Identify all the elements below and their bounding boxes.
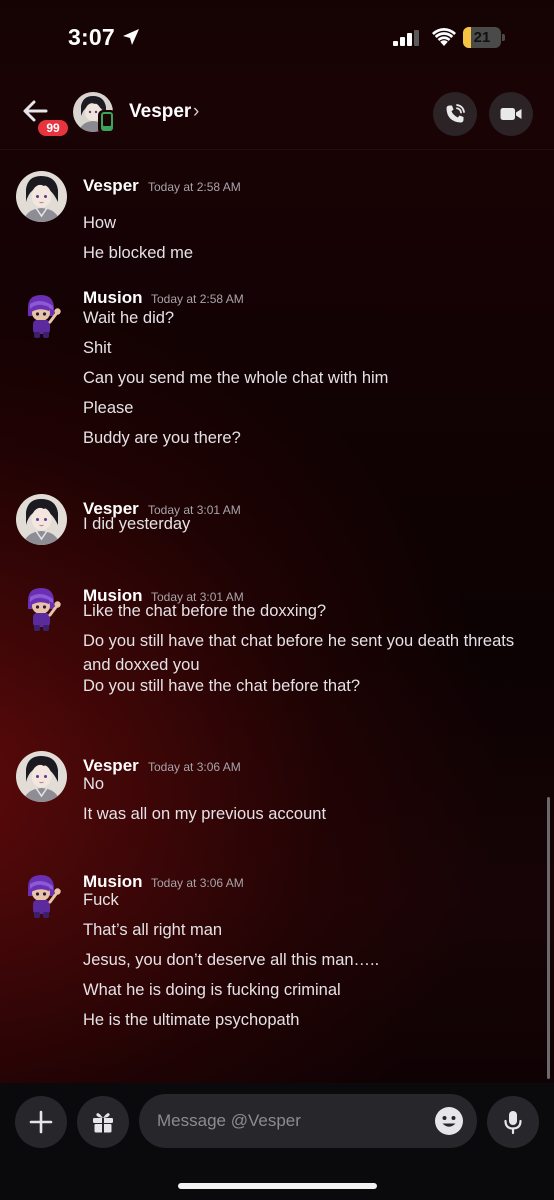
message-text[interactable]: Can you send me the whole chat with him <box>83 366 543 390</box>
message-timestamp: Today at 2:58 AM <box>148 180 241 194</box>
dm-screen: 3:07 21 99 Vesper › Vesper Today at 2:58… <box>0 0 554 1200</box>
message-text[interactable]: Like the chat before the doxxing? <box>83 599 543 623</box>
message-text[interactable]: Jesus, you don’t deserve all this man….. <box>83 948 543 972</box>
unread-badge: 99 <box>35 117 71 139</box>
message-text[interactable]: Buddy are you there? <box>83 426 543 450</box>
message-text[interactable]: He is the ultimate psychopath <box>83 1008 543 1032</box>
gift-button[interactable] <box>77 1096 129 1148</box>
message-text[interactable]: What he is doing is fucking criminal <box>83 978 543 1002</box>
microphone-icon <box>504 1111 522 1135</box>
scrollbar[interactable] <box>547 797 550 1079</box>
message-text[interactable]: No <box>83 772 543 796</box>
status-time: 3:07 <box>68 24 115 50</box>
message-text[interactable]: He blocked me <box>83 241 543 265</box>
gift-icon <box>93 1113 113 1133</box>
wifi-icon <box>432 28 456 46</box>
avatar[interactable] <box>16 288 67 339</box>
battery-percent: 21 <box>473 29 491 46</box>
attach-button[interactable] <box>15 1096 67 1148</box>
message-text[interactable]: How <box>83 211 543 235</box>
message-text[interactable]: I did yesterday <box>83 512 543 536</box>
emoji-icon[interactable] <box>434 1106 464 1136</box>
voice-message-button[interactable] <box>487 1096 539 1148</box>
location-arrow-icon <box>123 29 139 45</box>
message-author[interactable]: Musion <box>83 288 143 308</box>
avatar[interactable] <box>16 751 67 802</box>
plus-icon <box>29 1110 53 1134</box>
message-text[interactable]: It was all on my previous account <box>83 802 543 826</box>
voice-call-button[interactable] <box>433 92 477 136</box>
status-bar: 3:07 21 <box>0 0 554 80</box>
message-text[interactable]: That’s all right man <box>83 918 543 942</box>
home-indicator[interactable] <box>178 1183 377 1189</box>
message-timestamp: Today at 2:58 AM <box>151 292 244 306</box>
avatar[interactable] <box>16 581 67 632</box>
message-input[interactable] <box>139 1094 477 1148</box>
video-camera-icon <box>500 108 522 120</box>
message-text[interactable]: Do you still have that chat before he se… <box>83 629 543 677</box>
message-text[interactable]: Please <box>83 396 543 420</box>
message-text[interactable]: Wait he did? <box>83 306 543 330</box>
avatar[interactable] <box>16 494 67 545</box>
message-text[interactable]: Fuck <box>83 888 543 912</box>
mobile-online-icon <box>98 110 116 134</box>
message-text[interactable]: Shit <box>83 336 543 360</box>
phone-icon <box>446 104 465 123</box>
battery-icon: 21 <box>463 27 505 48</box>
message-author[interactable]: Vesper <box>83 176 139 196</box>
composer <box>0 1083 554 1200</box>
signal-icon <box>393 30 419 46</box>
dm-header: 99 Vesper › <box>0 80 554 150</box>
message-list[interactable]: Vesper Today at 2:58 AM How He blocked me Mu… <box>0 151 554 1083</box>
contact-name[interactable]: Vesper <box>129 101 191 123</box>
video-call-button[interactable] <box>489 92 533 136</box>
message-text[interactable]: Do you still have the chat before that? <box>83 674 543 698</box>
avatar[interactable] <box>16 171 67 222</box>
avatar[interactable] <box>16 868 67 919</box>
chevron-right-icon[interactable]: › <box>193 101 199 123</box>
